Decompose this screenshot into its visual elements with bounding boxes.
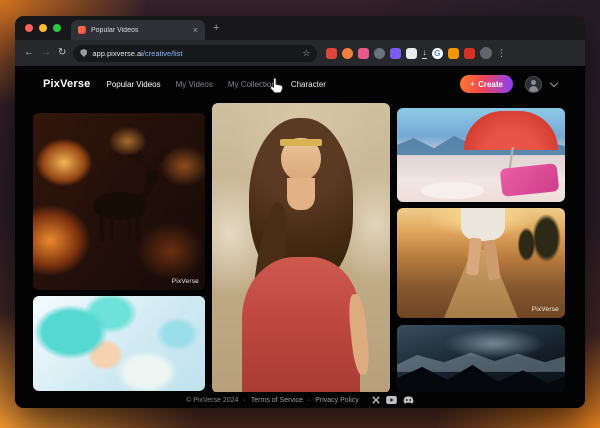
close-window-button[interactable]	[25, 24, 33, 32]
privacy-link[interactable]: Privacy Policy	[315, 397, 359, 404]
main-nav: Popular Videos My Videos My Collection C…	[106, 80, 325, 89]
stag-silhouette	[92, 149, 170, 242]
url-text: app.pixverse.ai/creative/list	[92, 49, 297, 58]
browser-toolbar: ← → ↻ app.pixverse.ai/creative/list ☆ ↓ …	[15, 40, 585, 66]
tab-favicon-icon	[78, 26, 86, 34]
video-card-beach-umbrella[interactable]	[397, 108, 565, 202]
url-domain: app.pixverse.ai	[92, 48, 143, 58]
minimize-window-button[interactable]	[39, 24, 47, 32]
video-card-anime-girl[interactable]	[33, 296, 205, 391]
new-tab-button[interactable]: +	[213, 21, 219, 35]
site-header: PixVerse Popular Videos My Videos My Col…	[15, 66, 585, 102]
pixverse-page: PixVerse Popular Videos My Videos My Col…	[15, 66, 585, 408]
extension-icon[interactable]	[342, 47, 354, 59]
extension-icon[interactable]	[406, 47, 418, 59]
extension-icon[interactable]	[447, 47, 459, 59]
social-links	[372, 396, 414, 404]
video-card-night-mountains[interactable]	[397, 325, 565, 392]
tab-title: Popular Videos	[91, 26, 139, 34]
downloads-icon[interactable]: ↓	[422, 47, 427, 59]
create-button[interactable]: + Create	[459, 75, 513, 93]
extension-icon[interactable]	[463, 47, 475, 59]
discord-icon[interactable]	[403, 396, 414, 404]
terms-link[interactable]: Terms of Service	[251, 397, 303, 404]
x-icon[interactable]	[372, 396, 380, 404]
separator: ·	[243, 396, 246, 404]
bookmark-star-icon[interactable]: ☆	[302, 48, 310, 58]
user-avatar[interactable]	[525, 75, 542, 93]
extension-icon[interactable]	[358, 47, 370, 59]
extensions-row: ↓ G ⋮	[326, 47, 506, 59]
plus-icon: +	[469, 78, 476, 89]
window-controls	[25, 24, 61, 32]
forward-button[interactable]: →	[41, 48, 51, 58]
url-path: /creative/list	[142, 48, 183, 58]
site-footer: © PixVerse 2024 · Terms of Service · Pri…	[15, 392, 585, 408]
desktop: Popular Videos × + ← → ↻ app.pixverse.ai…	[0, 0, 600, 428]
nav-character[interactable]: Character	[291, 80, 326, 89]
browser-window: Popular Videos × + ← → ↻ app.pixverse.ai…	[15, 16, 585, 408]
tab-strip: Popular Videos × +	[15, 16, 585, 40]
dirt-path	[444, 249, 518, 318]
gold-headband	[279, 139, 323, 147]
pixverse-logo[interactable]: PixVerse	[43, 78, 90, 90]
cypress-tree	[514, 225, 539, 270]
browser-tab[interactable]: Popular Videos ×	[71, 20, 205, 40]
address-bar[interactable]: app.pixverse.ai/creative/list ☆	[73, 44, 318, 62]
red-dress	[242, 256, 360, 393]
extension-icon[interactable]	[390, 47, 402, 59]
create-label: Create	[478, 79, 503, 89]
google-extension-icon[interactable]: G	[431, 47, 443, 59]
site-info-icon[interactable]	[80, 49, 88, 57]
reload-button[interactable]: ↻	[58, 48, 66, 58]
video-card-sunset-walk[interactable]: PixVerse	[397, 208, 565, 318]
mouse-cursor-hand-icon	[268, 76, 285, 100]
browser-profile-avatar[interactable]	[479, 47, 492, 59]
watermark: PixVerse	[531, 306, 559, 313]
video-card-greek-goddess[interactable]	[212, 103, 390, 393]
white-table	[420, 182, 485, 200]
pink-lounger	[499, 163, 560, 198]
tab-close-icon[interactable]: ×	[193, 25, 198, 35]
figure-neck	[286, 178, 316, 211]
back-button[interactable]: ←	[24, 48, 34, 58]
red-umbrella	[464, 110, 559, 151]
walker-torso	[460, 208, 505, 241]
separator: ·	[307, 396, 311, 404]
youtube-icon[interactable]	[385, 396, 397, 404]
copyright-text: © PixVerse 2024	[186, 396, 239, 404]
video-card-fire-stag[interactable]: PixVerse	[33, 113, 205, 290]
extension-icon[interactable]	[326, 47, 338, 59]
zoom-window-button[interactable]	[53, 24, 61, 32]
extension-icon[interactable]	[374, 47, 386, 59]
chevron-down-icon[interactable]	[549, 78, 559, 87]
watermark: PixVerse	[171, 278, 199, 285]
nav-my-videos[interactable]: My Videos	[176, 80, 213, 89]
menu-icon[interactable]: ⋮	[497, 48, 506, 58]
nav-popular-videos[interactable]: Popular Videos	[106, 80, 160, 89]
